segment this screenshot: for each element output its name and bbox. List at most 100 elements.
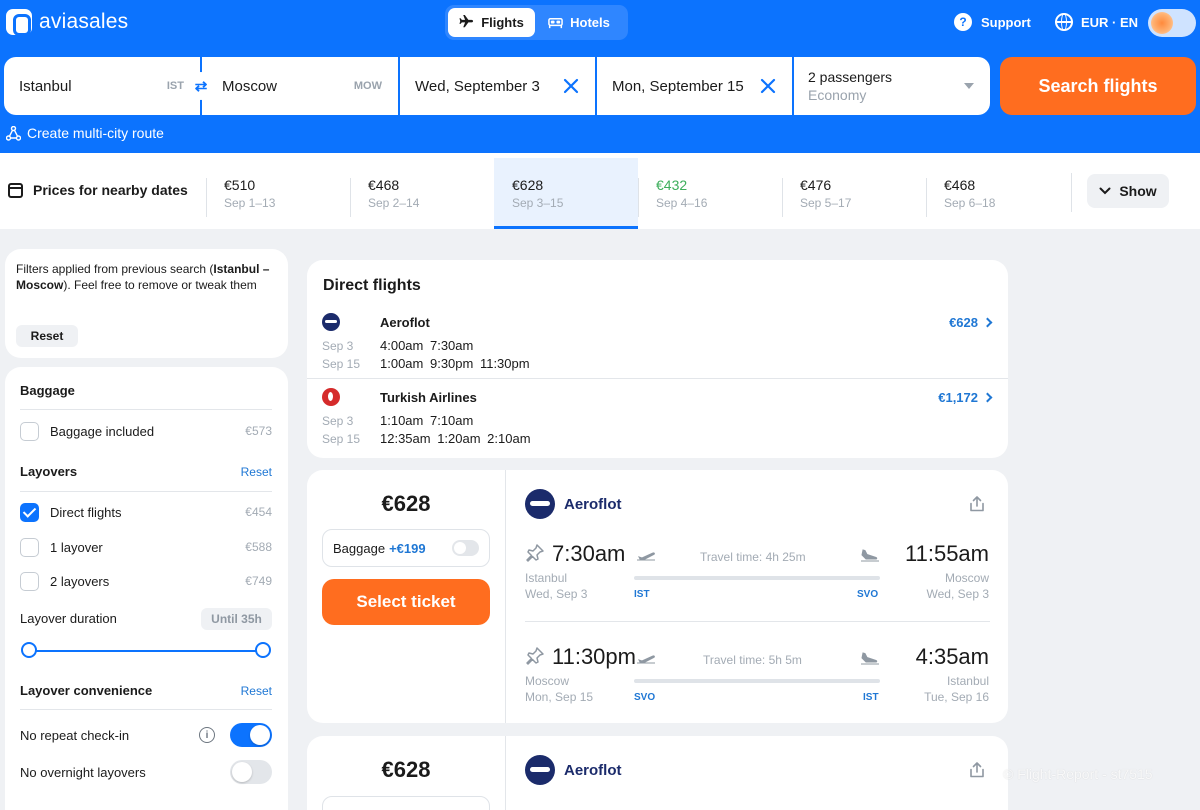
divider	[20, 709, 272, 710]
aeroflot-logo-icon	[322, 313, 340, 331]
baggage-option[interactable]	[322, 796, 490, 810]
search-flights-button[interactable]: Search flights	[1000, 57, 1196, 115]
outbound-arrival-city: Moscow	[944, 571, 989, 585]
help-icon: ?	[954, 13, 972, 31]
inbound-departure-city: Moscow	[525, 674, 570, 688]
nearby-date-price: €432	[656, 177, 688, 193]
checkbox[interactable]	[20, 421, 39, 441]
option-label: Baggage included	[50, 423, 155, 439]
nearby-date-option[interactable]: €628 Sep 3–15	[494, 158, 638, 229]
select-ticket-button[interactable]: Select ticket	[322, 579, 490, 625]
support-link[interactable]: ? Support	[954, 13, 1031, 31]
no-repeat-checkin-toggle[interactable]	[230, 723, 272, 747]
show-more-dates-button[interactable]: Show	[1087, 174, 1169, 208]
depart-date-field[interactable]: Wed, September 3	[400, 57, 595, 115]
outbound-arrival-time: 11:55am	[905, 541, 989, 566]
direct-flights-card: Direct flights Aeroflot €628 Sep 3 4:00a…	[307, 260, 1008, 458]
destination-value: Moscow	[222, 77, 278, 95]
clear-return-icon[interactable]	[758, 76, 778, 96]
layovers-reset-link[interactable]: Reset	[241, 465, 272, 479]
direct-price-link[interactable]: €1,172	[938, 390, 993, 405]
divider	[638, 178, 639, 217]
inbound-route-bar	[634, 679, 880, 683]
plane-icon	[459, 15, 474, 28]
pin-icon[interactable]	[525, 646, 545, 666]
inbound-arrival-time: 4:35am	[915, 644, 989, 669]
inbound-travel-time: Travel time: 5h 5m	[703, 653, 802, 667]
origin-field[interactable]: Istanbul IST ⇄	[4, 57, 215, 115]
option-price: €588	[245, 540, 272, 554]
layover-convenience-heading: Layover convenience	[20, 683, 153, 698]
outbound-route-bar	[634, 576, 880, 580]
multi-city-link[interactable]: Create multi-city route	[6, 125, 164, 141]
baggage-included-option[interactable]: Baggage included €573	[20, 421, 272, 441]
pin-icon[interactable]	[525, 543, 545, 563]
locale-selector[interactable]: EUR · EN	[1055, 13, 1138, 31]
return-times[interactable]: 12:35am 1:20am 2:10am	[380, 431, 531, 446]
direct-airline-name[interactable]: Turkish Airlines	[380, 390, 477, 405]
divider	[206, 178, 207, 217]
share-icon[interactable]	[968, 761, 986, 779]
return-date-field[interactable]: Mon, September 15	[597, 57, 792, 115]
nearby-date-option[interactable]: €432 Sep 4–16	[638, 158, 782, 229]
baggage-option[interactable]: Baggage +€199	[322, 529, 490, 567]
destination-field[interactable]: Moscow MOW	[202, 57, 398, 115]
duration-slider-min-handle[interactable]	[21, 642, 37, 658]
aeroflot-logo-icon	[525, 755, 555, 785]
ticket-price: €628	[381, 491, 431, 516]
no-overnight-option[interactable]: No overnight layovers	[20, 760, 272, 784]
nearby-date-option[interactable]: €468 Sep 2–14	[350, 158, 494, 229]
no-repeat-checkin-option[interactable]: No repeat check-in i	[20, 723, 272, 747]
passengers-field[interactable]: 2 passengers Economy	[794, 57, 990, 115]
route-icon	[6, 125, 21, 141]
info-icon[interactable]: i	[199, 727, 215, 743]
inbound-arrival-city: Istanbul	[946, 674, 989, 688]
divider	[350, 178, 351, 217]
nearby-date-range: Sep 4–16	[656, 196, 708, 210]
outbound-times[interactable]: 4:00am 7:30am	[380, 338, 473, 353]
one-layover-option[interactable]: 1 layover €588	[20, 537, 272, 557]
nearby-date-option[interactable]: €468 Sep 6–18	[926, 158, 1070, 229]
brand-name: aviasales	[39, 10, 129, 33]
locale-label: EUR · EN	[1081, 14, 1139, 30]
theme-toggle[interactable]	[1148, 9, 1196, 37]
tab-flights[interactable]: Flights	[448, 8, 535, 37]
inbound-from-code: SVO	[634, 692, 656, 703]
no-overnight-toggle[interactable]	[230, 760, 272, 784]
direct-airline-name[interactable]: Aeroflot	[380, 315, 430, 330]
chevron-right-icon	[982, 317, 993, 328]
two-layovers-option[interactable]: 2 layovers €749	[20, 571, 272, 591]
calendar-icon	[8, 182, 23, 198]
brand-logo[interactable]: aviasales	[6, 9, 129, 36]
chevron-down-icon	[1099, 187, 1111, 195]
reset-filters-button[interactable]: Reset	[16, 325, 78, 347]
nearby-date-option[interactable]: €476 Sep 5–17	[782, 158, 926, 229]
nearby-date-range: Sep 6–18	[944, 196, 996, 210]
outbound-times[interactable]: 1:10am 7:10am	[380, 413, 473, 428]
return-times[interactable]: 1:00am 9:30pm 11:30pm	[380, 356, 530, 371]
duration-slider-track[interactable]	[30, 650, 264, 652]
baggage-toggle[interactable]	[452, 540, 479, 556]
tab-hotels[interactable]: Hotels	[535, 8, 623, 37]
takeoff-icon	[637, 655, 655, 664]
direct-flights-option[interactable]: Direct flights €454	[20, 502, 272, 522]
ticket-price: €628	[381, 757, 431, 782]
nearby-date-option[interactable]: €510 Sep 1–13	[206, 158, 350, 229]
checkbox-checked[interactable]	[20, 502, 39, 522]
direct-price-link[interactable]: €628	[949, 315, 993, 330]
duration-slider-max-handle[interactable]	[255, 642, 271, 658]
checkbox[interactable]	[20, 571, 39, 591]
swap-icon[interactable]: ⇄	[187, 72, 215, 100]
clear-depart-icon[interactable]	[561, 76, 581, 96]
nearby-date-price: €476	[800, 177, 832, 193]
baggage-label: Baggage	[333, 540, 386, 556]
outbound-departure-city: Istanbul	[525, 571, 568, 585]
bed-icon	[548, 18, 563, 29]
nearby-dates-title: Prices for nearby dates	[8, 182, 188, 198]
ticket-airline-name: Aeroflot	[564, 496, 622, 513]
mode-switch: Flights Hotels	[445, 5, 628, 40]
checkbox[interactable]	[20, 537, 39, 557]
share-icon[interactable]	[968, 495, 986, 513]
convenience-reset-link[interactable]: Reset	[241, 684, 272, 698]
inbound-departure-time: 11:30pm	[552, 644, 636, 669]
